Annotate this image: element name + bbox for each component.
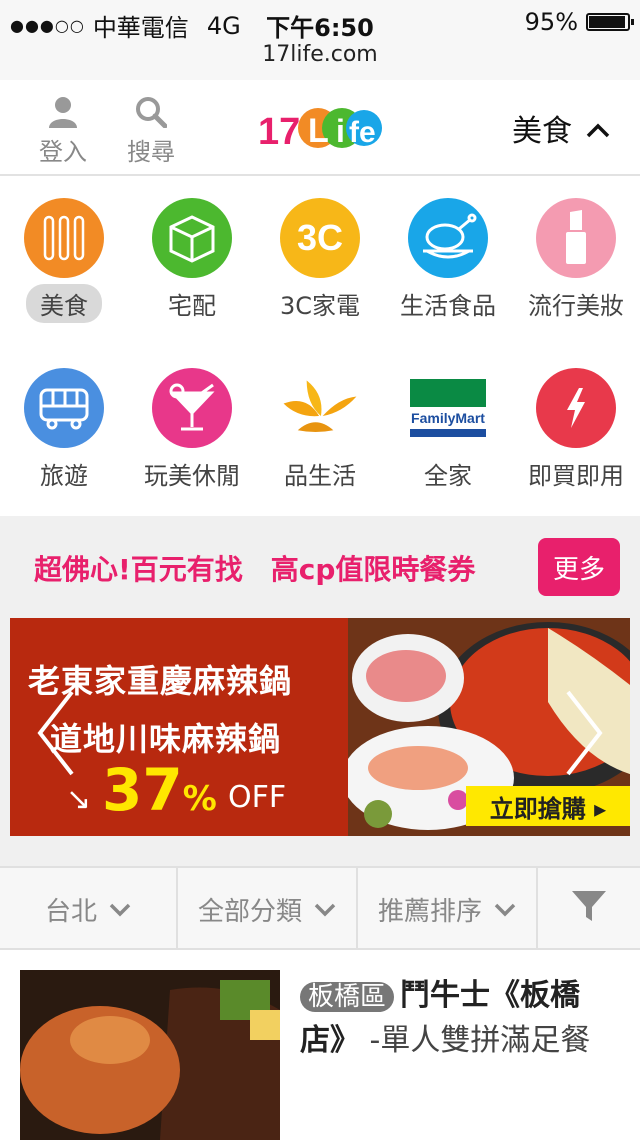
familymart-logo: FamilyMart	[410, 368, 486, 448]
lightning-icon	[536, 368, 616, 448]
category-label: 美食	[26, 284, 102, 323]
category-grocery[interactable]: 生活食品	[384, 198, 512, 323]
category-leisure[interactable]: 玩美休閒	[128, 368, 256, 493]
banner-off-label: OFF	[228, 780, 287, 815]
category-beauty[interactable]: 流行美妝	[512, 198, 640, 323]
filter-category-label: 全部分類	[197, 896, 302, 927]
deal-info: 板橋區 鬥牛士《板橋店》 -單人雙拼滿足餐	[300, 974, 620, 1063]
3c-icon: 3C	[280, 198, 360, 278]
filter-region-label: 台北	[44, 896, 97, 927]
category-instant[interactable]: 即買即用	[512, 368, 640, 493]
address-bar-url[interactable]: 17life.com	[0, 42, 640, 67]
site-logo[interactable]: 17 L i fe	[258, 96, 382, 156]
chevron-right-icon[interactable]	[564, 688, 604, 778]
category-delivery[interactable]: 宅配	[128, 198, 256, 323]
filter-icon	[570, 887, 608, 932]
search-icon	[116, 94, 186, 130]
svg-text:L: L	[308, 112, 329, 150]
roast-chicken-icon	[408, 198, 488, 278]
top-header: 登入 搜尋 17 L i fe 美食	[0, 80, 640, 176]
banner-discount: 37%	[102, 756, 217, 824]
deal-list-item[interactable]: 板橋區 鬥牛士《板橋店》 -單人雙拼滿足餐	[0, 950, 640, 1140]
promo-text[interactable]: 超佛心!百元有找 高cp值限時餐券	[34, 548, 475, 588]
filter-category[interactable]: 全部分類	[178, 868, 358, 950]
category-travel[interactable]: 旅遊	[0, 368, 128, 493]
category-pinlife[interactable]: 品生活	[256, 368, 384, 493]
discount-number: 37	[102, 756, 183, 824]
category-label: 全家	[424, 462, 472, 490]
cocktail-icon	[152, 368, 232, 448]
category-label: 旅遊	[40, 462, 88, 490]
user-icon	[28, 94, 98, 130]
filter-button[interactable]	[538, 868, 640, 950]
category-label: 即買即用	[528, 462, 624, 490]
promo-bar: 超佛心!百元有找 高cp值限時餐券 更多	[0, 518, 640, 618]
category-familymart[interactable]: FamilyMart 全家	[384, 368, 512, 493]
category-grid: 美食 宅配 3C 3C家電 生活食品 流行美妝 旅遊 玩美休閒 品生活 Fami…	[0, 176, 640, 516]
chevron-down-icon	[109, 894, 131, 924]
district-badge: 板橋區	[300, 982, 395, 1012]
category-label: 品生活	[284, 462, 356, 490]
chevron-left-icon[interactable]	[36, 688, 76, 778]
chevron-up-icon	[586, 111, 610, 146]
filter-region[interactable]: 台北	[0, 868, 178, 950]
svg-text:fe: fe	[349, 116, 376, 149]
category-label: 玩美休閒	[144, 462, 240, 490]
more-button[interactable]: 更多	[538, 538, 620, 596]
svg-text:17: 17	[258, 111, 300, 153]
leaf-logo-icon	[280, 368, 360, 448]
category-label: 宅配	[168, 292, 216, 320]
category-dropdown[interactable]: 美食	[512, 106, 610, 150]
3c-text: 3C	[296, 217, 344, 258]
category-label: 生活食品	[400, 292, 496, 320]
box-icon	[152, 198, 232, 278]
utensils-icon	[24, 198, 104, 278]
category-label: 3C家電	[279, 292, 361, 320]
filter-bar: 台北 全部分類 推薦排序	[0, 866, 640, 950]
svg-text:i: i	[336, 113, 345, 149]
filter-sort[interactable]: 推薦排序	[358, 868, 538, 950]
deal-subtitle: -單人雙拼滿足餐	[369, 1023, 591, 1058]
buy-now-button[interactable]: 立即搶購 ▸	[466, 786, 630, 826]
category-food[interactable]: 美食	[0, 198, 128, 323]
battery-icon	[586, 13, 634, 31]
chevron-down-icon	[494, 894, 516, 924]
promo-banner[interactable]: 老東家重慶麻辣鍋 道地川味麻辣鍋 ↘ 37% OFF 立即搶購 ▸	[10, 618, 630, 836]
arrow-down-right-icon: ↘	[66, 782, 92, 817]
category-selected-label: 美食	[512, 114, 572, 149]
banner-subtitle: 道地川味麻辣鍋	[50, 720, 282, 758]
login-label: 登入	[39, 138, 87, 166]
category-3c[interactable]: 3C 3C家電	[256, 198, 384, 323]
category-label: 流行美妝	[528, 292, 624, 320]
filter-sort-label: 推薦排序	[377, 896, 482, 927]
search-label: 搜尋	[127, 138, 175, 166]
battery-percent: 95%	[524, 8, 578, 36]
lipstick-icon	[536, 198, 616, 278]
chevron-down-icon	[314, 894, 336, 924]
bus-icon	[24, 368, 104, 448]
search-button[interactable]: 搜尋	[116, 94, 186, 167]
deal-thumbnail	[20, 970, 280, 1140]
login-button[interactable]: 登入	[28, 94, 98, 167]
status-bar: ●●●○○ 中華電信 4G 下午6:50 95% 17life.com	[0, 0, 640, 81]
discount-sign: %	[182, 779, 217, 819]
familymart-text: FamilyMart	[411, 410, 485, 426]
battery-info: 95%	[524, 8, 634, 36]
